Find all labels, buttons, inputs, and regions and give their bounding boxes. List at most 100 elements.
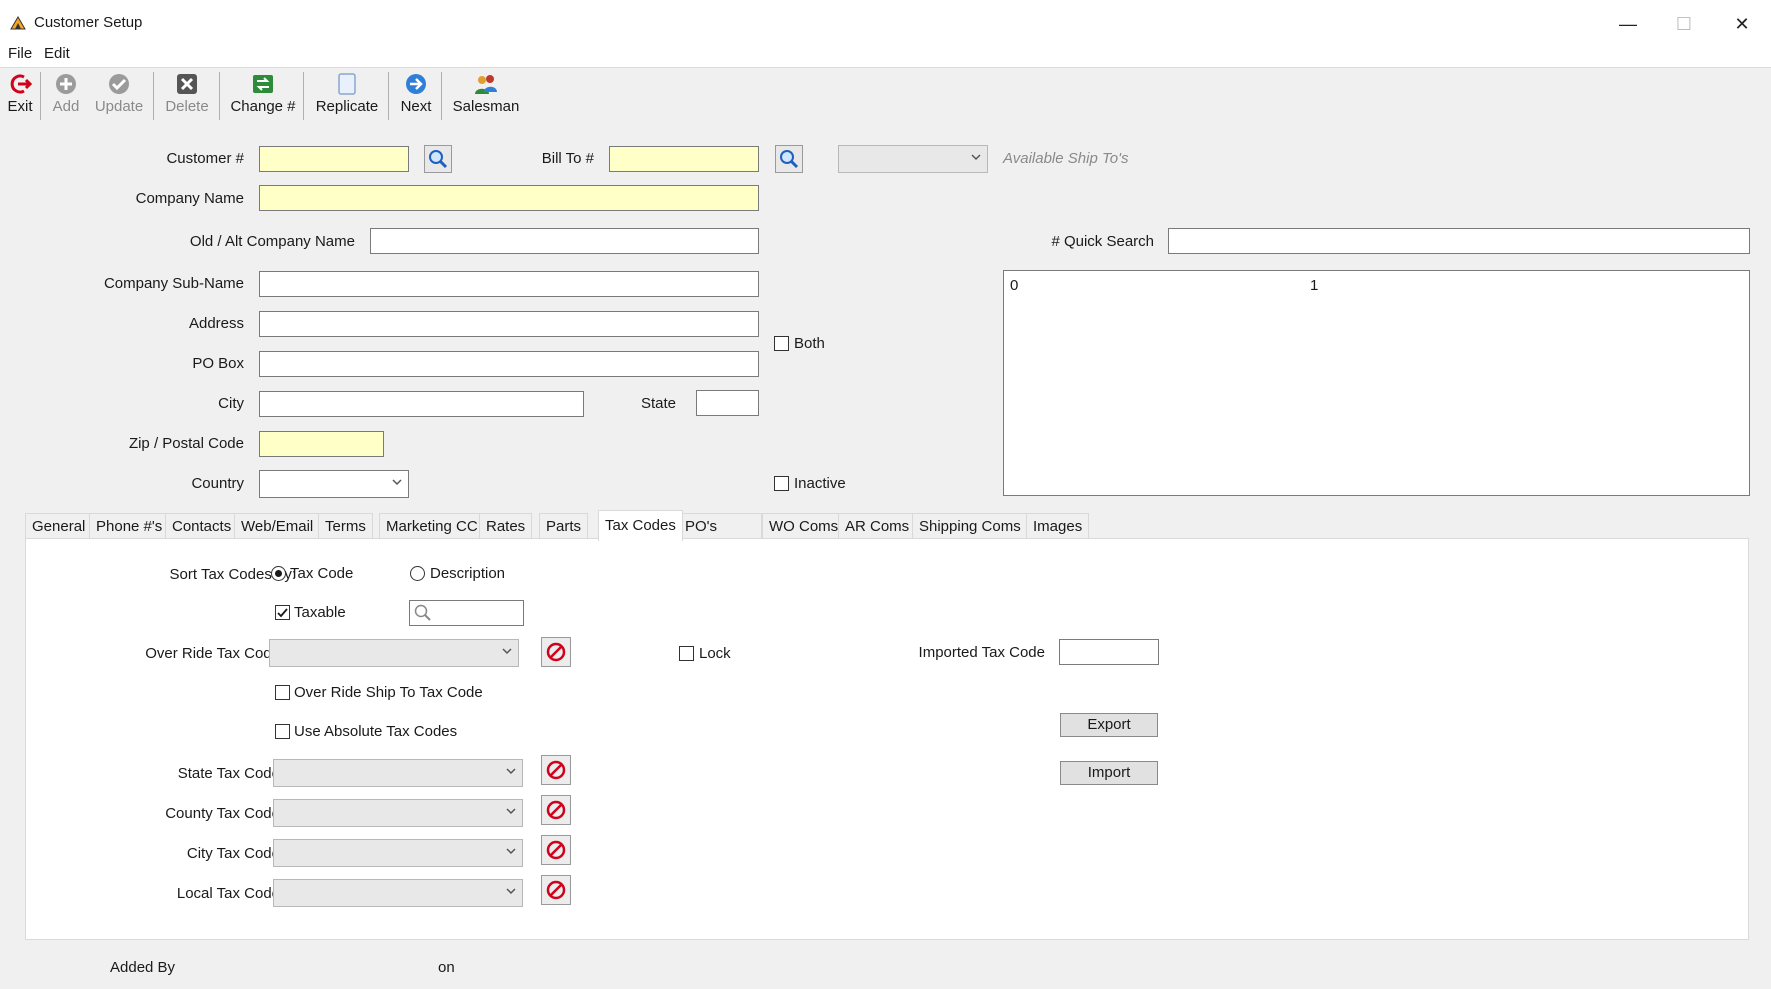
toolbar-separator (219, 72, 220, 120)
company-sub-name-input[interactable] (259, 271, 759, 297)
quick-search-results-list[interactable]: 0 1 (1003, 270, 1750, 496)
clear-override-tax-button[interactable] (541, 637, 571, 667)
toolbar-separator (388, 72, 389, 120)
toolbar-separator (40, 72, 41, 120)
zip-postal-code-input[interactable] (259, 431, 384, 457)
added-by-label: Added By (110, 959, 176, 976)
taxable-checkbox[interactable] (275, 605, 290, 620)
quick-search-label: # Quick Search (1051, 233, 1154, 250)
tab-web-email[interactable]: Web/Email (234, 513, 321, 540)
country-dropdown[interactable] (259, 470, 409, 498)
tab-phone-numbers[interactable]: Phone #'s (89, 513, 170, 540)
county-tax-code-dropdown[interactable] (273, 799, 523, 827)
salesman-button[interactable]: Salesman (450, 72, 522, 122)
company-name-input[interactable] (259, 185, 759, 211)
change-number-button[interactable]: Change # (228, 72, 298, 122)
exit-button[interactable]: Exit (4, 72, 36, 122)
tab-contacts[interactable]: Contacts (165, 513, 239, 540)
menu-edit[interactable]: Edit (44, 46, 70, 62)
add-button[interactable]: Add (48, 72, 84, 122)
address-label: Address (188, 315, 244, 332)
tax-search-input[interactable] (409, 600, 524, 626)
clear-county-tax-button[interactable] (541, 795, 571, 825)
company-name-label: Company Name (135, 190, 244, 207)
chevron-down-icon (506, 768, 516, 775)
override-ship-to-tax-checkbox[interactable] (275, 685, 290, 700)
country-label: Country (191, 475, 244, 492)
toolbar-separator (441, 72, 442, 120)
chevron-down-icon (971, 154, 981, 161)
clear-state-tax-button[interactable] (541, 755, 571, 785)
chevron-down-icon (392, 479, 402, 486)
quick-search-input[interactable] (1168, 228, 1750, 254)
tab-parts[interactable]: Parts (539, 513, 589, 540)
tab-marketing-cc[interactable]: Marketing CC (379, 513, 485, 540)
both-checkbox[interactable] (774, 336, 789, 351)
lock-checkbox[interactable] (679, 646, 694, 661)
import-button[interactable]: Import (1060, 761, 1158, 785)
salesman-label: Salesman (452, 98, 520, 115)
replicate-button[interactable]: Replicate (312, 72, 382, 122)
tab-terms[interactable]: Terms (318, 513, 373, 540)
po-box-input[interactable] (259, 351, 759, 377)
state-label: State (640, 395, 676, 412)
old-alt-company-label: Old / Alt Company Name (189, 233, 355, 250)
old-alt-company-input[interactable] (370, 228, 759, 254)
chevron-down-icon (502, 648, 512, 655)
clear-local-tax-button[interactable] (541, 875, 571, 905)
use-absolute-tax-codes-checkbox[interactable] (275, 724, 290, 739)
next-button[interactable]: Next (398, 72, 434, 122)
city-label: City (218, 395, 244, 412)
state-input[interactable] (696, 390, 759, 416)
tab-wo-coms[interactable]: WO Coms (762, 513, 846, 540)
minimize-button[interactable]: — (1600, 8, 1656, 40)
tab-shipping-coms[interactable]: Shipping Coms (912, 513, 1028, 540)
customer-lookup-button[interactable] (424, 145, 452, 173)
tab-rates[interactable]: Rates (479, 513, 533, 540)
city-tax-code-dropdown[interactable] (273, 839, 523, 867)
app-logo-icon (10, 16, 26, 30)
delete-icon (177, 74, 197, 94)
tab-general[interactable]: General (25, 513, 93, 540)
delete-button[interactable]: Delete (162, 72, 212, 122)
chevron-down-icon (506, 888, 516, 895)
inactive-checkbox[interactable] (774, 476, 789, 491)
tab-pos[interactable]: PO's (678, 513, 762, 540)
exit-icon (10, 74, 32, 94)
bill-to-input[interactable] (609, 146, 759, 172)
customer-number-input[interactable] (259, 146, 409, 172)
menu-file[interactable]: File (8, 46, 32, 62)
update-button[interactable]: Update (92, 72, 146, 122)
address-input[interactable] (259, 311, 759, 337)
override-tax-code-dropdown[interactable] (269, 639, 519, 667)
sort-by-description-radio[interactable] (410, 566, 425, 581)
company-sub-name-label: Company Sub-Name (103, 275, 244, 292)
toolbar-separator (303, 72, 304, 120)
tab-images[interactable]: Images (1026, 513, 1090, 540)
clear-city-tax-button[interactable] (541, 835, 571, 865)
tax-codes-panel: Sort Tax Codes by: Tax Code Description … (25, 538, 1749, 940)
checkmark-icon (109, 74, 129, 94)
imported-tax-code-input[interactable] (1059, 639, 1159, 665)
state-tax-code-dropdown[interactable] (273, 759, 523, 787)
delete-label: Delete (165, 98, 209, 115)
maximize-button[interactable]: ☐ (1656, 8, 1712, 40)
sort-by-tax-code-radio[interactable] (271, 566, 286, 581)
bill-to-label: Bill To # (541, 150, 594, 167)
toolbar-separator (153, 72, 154, 120)
bill-to-lookup-button[interactable] (775, 145, 803, 173)
override-ship-to-tax-label: Over Ride Ship To Tax Code (294, 684, 483, 701)
close-button[interactable]: ✕ (1714, 8, 1770, 40)
city-input[interactable] (259, 391, 584, 417)
lock-label: Lock (699, 645, 731, 662)
export-button[interactable]: Export (1060, 713, 1158, 737)
no-entry-icon (546, 840, 566, 860)
ship-to-dropdown[interactable] (838, 145, 988, 173)
tab-tax-codes[interactable]: Tax Codes (598, 510, 683, 541)
no-entry-icon (546, 800, 566, 820)
inactive-label: Inactive (794, 475, 846, 492)
local-tax-code-dropdown[interactable] (273, 879, 523, 907)
no-entry-icon (546, 880, 566, 900)
list-column-1: 1 (1310, 277, 1319, 294)
tab-ar-coms[interactable]: AR Coms (838, 513, 917, 540)
